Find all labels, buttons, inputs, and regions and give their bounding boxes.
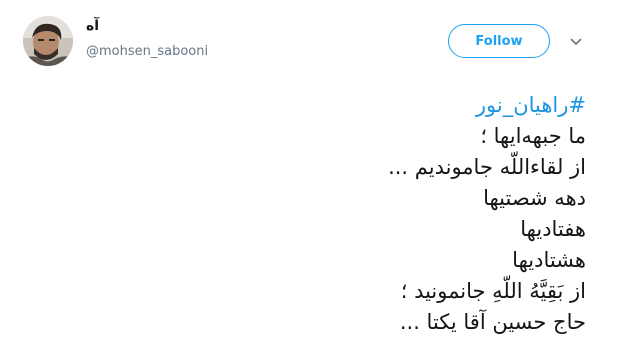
tweet-card: آه @mohsen_sabooni Follow #راهیان_نور ما… xyxy=(0,0,618,345)
tweet-line: هفتادیها xyxy=(520,217,586,241)
author-handle[interactable]: @mohsen_sabooni xyxy=(86,44,208,59)
tweet-line: هشتادیها xyxy=(512,248,586,272)
follow-button[interactable]: Follow xyxy=(448,24,550,58)
chevron-down-icon[interactable] xyxy=(568,34,584,50)
avatar[interactable] xyxy=(23,16,73,66)
hashtag-link[interactable]: #راهیان_نور xyxy=(46,90,586,121)
author-display-name[interactable]: آه xyxy=(86,18,99,34)
tweet-line: دهه شصتیها xyxy=(483,186,586,210)
tweet-line: حاج حسین آقا یکتا ... xyxy=(399,310,586,334)
tweet-text: #راهیان_نور ما جبهه‌ایها ؛ از لقاءاللّه … xyxy=(46,90,586,338)
tweet-line: از بَقِیَّهُ اللّهِ جانمونید ؛ xyxy=(400,279,586,303)
tweet-line: از لقاءاللّه جاموندیم ... xyxy=(388,155,586,179)
tweet-line: ما جبهه‌ایها ؛ xyxy=(480,124,586,148)
avatar-image xyxy=(23,16,73,66)
